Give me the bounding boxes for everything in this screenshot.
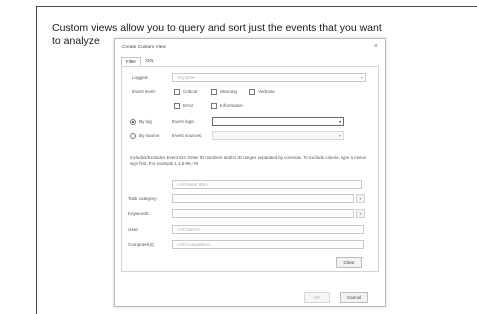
keywords-select[interactable] [172, 209, 354, 218]
cancel-button[interactable]: Cancel [340, 292, 368, 303]
event-ids-input[interactable]: <All Event IDs> [172, 180, 362, 189]
chevron-down-icon[interactable]: ▾ [356, 209, 365, 218]
chevron-down-icon[interactable]: ▾ [356, 194, 365, 203]
event-id-instructions: Includes/Excludes Event IDs: Enter ID nu… [130, 155, 366, 166]
information-checkbox[interactable] [211, 103, 217, 109]
event-sources-label: Event sources: [172, 133, 203, 138]
event-logs-label: Event logs: [172, 119, 195, 124]
error-checkbox[interactable] [174, 103, 180, 109]
warning-label: Warning [220, 89, 237, 94]
critical-checkbox[interactable] [174, 89, 180, 95]
user-input[interactable]: <All Users> [172, 225, 364, 234]
information-label: Information [220, 103, 243, 108]
warning-checkbox[interactable] [211, 89, 217, 95]
computers-label: Computer(s): [128, 242, 155, 247]
by-source-label: By source [139, 133, 160, 138]
error-label: Error [183, 103, 194, 108]
filter-panel: Logged: Any time ▾ Event level: Critical… [121, 66, 379, 272]
event-level-label: Event level: [132, 89, 156, 94]
critical-label: Critical [183, 89, 198, 94]
logged-select[interactable]: Any time ▾ [172, 73, 366, 82]
by-log-label: By log [139, 119, 152, 124]
event-sources-select[interactable]: ▾ [212, 131, 344, 140]
task-category-label: Task category: [128, 196, 158, 201]
frame-border-left [36, 6, 37, 314]
dialog-title: Create Custom View [122, 45, 166, 50]
logged-label: Logged: [132, 75, 149, 80]
tab-filter[interactable]: Filter [121, 57, 141, 66]
tab-xml[interactable]: XML [141, 57, 158, 66]
verbose-label: Verbose [258, 89, 275, 94]
clear-button[interactable]: Clear [336, 257, 362, 268]
user-label: User: [128, 227, 139, 232]
computers-input[interactable]: <All Computers> [172, 240, 364, 249]
tab-bar: Filter XML [121, 57, 158, 66]
ok-button[interactable]: OK [304, 292, 330, 303]
create-custom-view-dialog: Create Custom View × Filter XML Logged: … [114, 38, 386, 307]
close-icon[interactable]: × [374, 43, 378, 50]
by-source-radio[interactable] [130, 133, 136, 139]
logged-value: Any time [177, 75, 195, 80]
keywords-label: Keywords: [128, 211, 150, 216]
frame-border-top [36, 6, 477, 7]
by-log-radio[interactable] [130, 119, 136, 125]
event-logs-select[interactable]: ▾ [212, 117, 344, 126]
task-category-select[interactable] [172, 194, 354, 203]
chevron-down-icon: ▾ [338, 119, 341, 124]
chevron-down-icon: ▾ [360, 75, 363, 80]
chevron-down-icon: ▾ [338, 133, 341, 138]
caption-line-1: Custom views allow you to query and sort… [52, 22, 382, 34]
verbose-checkbox[interactable] [249, 89, 255, 95]
